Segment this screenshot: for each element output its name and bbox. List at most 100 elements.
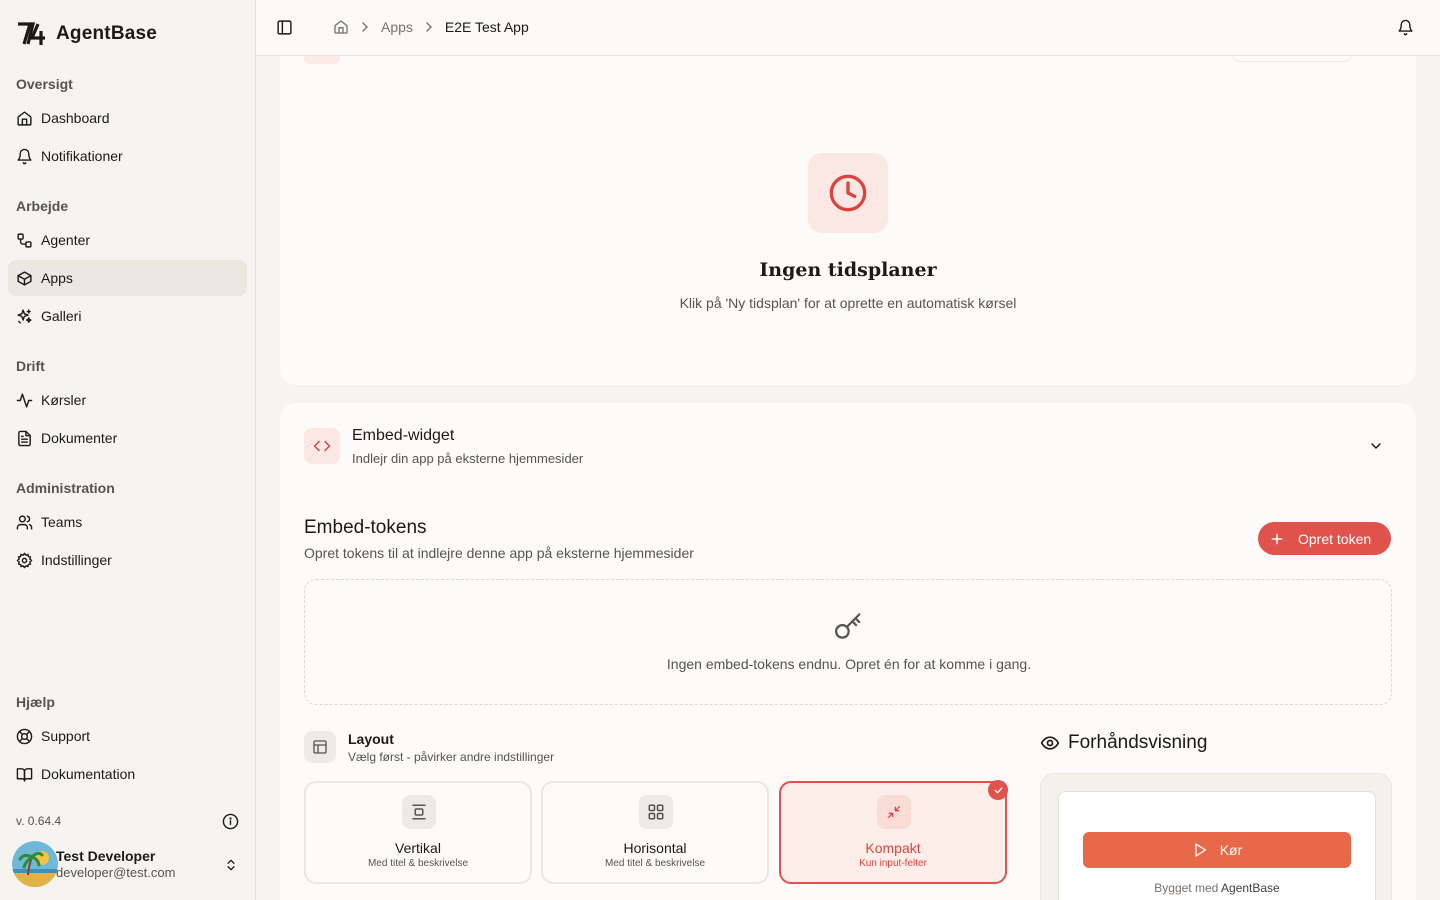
- built-with-prefix: Bygget med: [1154, 881, 1219, 895]
- home-icon: [17, 110, 32, 126]
- clock-icon: [829, 174, 867, 212]
- section-administration: Administration: [16, 480, 115, 496]
- layout-option-title: Kompakt: [865, 840, 921, 856]
- breadcrumb: Apps E2E Test App: [333, 19, 529, 35]
- sidebar-item-label: Apps: [41, 270, 73, 286]
- sidebar-item-label: Teams: [41, 514, 83, 530]
- sidebar-item-label: Dokumenter: [41, 430, 118, 446]
- built-with-brand[interactable]: AgentBase: [1221, 881, 1280, 895]
- layout-title: Layout: [348, 731, 394, 747]
- layout-icon-box: [304, 731, 336, 763]
- layout-option-title: Vertikal: [395, 840, 441, 856]
- new-schedule-button[interactable]: [1232, 56, 1352, 62]
- bell-icon: [17, 148, 32, 164]
- user-menu[interactable]: Test Developer developer@test.com: [12, 840, 248, 888]
- embed-widget-title: Embed-widget: [352, 427, 455, 444]
- sidebar-item-indstillinger[interactable]: Indstillinger: [8, 542, 247, 578]
- embed-tokens-empty-text: Ingen embed-tokens endnu. Opret én for a…: [666, 656, 1032, 672]
- sidebar-item-teams[interactable]: Teams: [8, 504, 247, 540]
- sidebar-item-dokumentation[interactable]: Dokumentation: [8, 756, 247, 792]
- embed-tokens-title: Embed-tokens: [304, 517, 427, 538]
- workflow-icon: [17, 232, 32, 248]
- sidebar-item-label: Kørsler: [41, 392, 87, 408]
- activity-icon: [16, 392, 33, 408]
- chevrons-up-down-icon: [227, 859, 235, 871]
- sidebar-item-label: Indstillinger: [41, 552, 112, 568]
- main-content: Ingen tidsplaner Klik på 'Ny tidsplan' f…: [256, 56, 1440, 900]
- section-hjaelp: Hjælp: [16, 694, 55, 710]
- create-token-button[interactable]: Opret token: [1258, 522, 1391, 555]
- layout-option-vertikal[interactable]: Vertikal Med titel & beskrivelse: [304, 781, 532, 884]
- sidebar-item-notifikationer[interactable]: Notifikationer: [8, 138, 247, 174]
- code-icon-box: [304, 428, 340, 464]
- sidebar-item-galleri[interactable]: Galleri: [8, 298, 247, 334]
- sidebar-item-label: Notifikationer: [41, 148, 123, 164]
- preview-widget: Kør Bygget med AgentBase: [1058, 791, 1376, 900]
- layout-icon: [313, 740, 327, 754]
- section-drift: Drift: [16, 358, 45, 374]
- embed-tokens-subtitle: Opret tokens til at indlejre denne app p…: [304, 545, 694, 561]
- minimize-icon: [888, 806, 900, 818]
- sidebar-item-label: Dashboard: [41, 110, 110, 126]
- avatar: [12, 841, 58, 887]
- preview-frame: Kør Bygget med AgentBase: [1040, 773, 1392, 900]
- users-icon: [16, 514, 33, 530]
- app-version: v. 0.64.4: [16, 814, 62, 828]
- schedules-empty-title: Ingen tidsplaner: [759, 259, 937, 281]
- box-icon: [17, 270, 32, 286]
- code-icon: [313, 440, 331, 452]
- user-email: developer@test.com: [56, 865, 176, 880]
- sidebar-item-label: Galleri: [41, 308, 82, 324]
- layout-option-subtitle: Med titel & beskrivelse: [367, 858, 469, 869]
- gear-icon: [16, 552, 33, 568]
- layout-option-kompakt[interactable]: Kompakt Kun input-felter: [779, 780, 1008, 884]
- chevron-right-icon: [426, 22, 432, 32]
- info-icon[interactable]: [222, 813, 239, 830]
- embed-widget-subtitle: Indlejr din app på eksterne hjemmesider: [352, 451, 584, 466]
- preview-title: Forhåndsvisning: [1040, 732, 1207, 754]
- layout-subtitle: Vælg først - påvirker andre indstillinge…: [348, 750, 555, 764]
- sidebar-item-label: Agenter: [41, 232, 91, 248]
- sparkles-icon: [17, 308, 32, 324]
- sidebar-item-dashboard[interactable]: Dashboard: [8, 100, 247, 136]
- section-oversigt: Oversigt: [16, 76, 73, 92]
- brand-name: AgentBase: [56, 23, 158, 44]
- clock-icon-box: [808, 153, 888, 233]
- sidebar-item-label: Dokumentation: [41, 766, 136, 782]
- breadcrumb-apps[interactable]: Apps: [381, 19, 413, 35]
- eye-icon: [1040, 736, 1060, 750]
- play-icon: [1195, 843, 1206, 857]
- section-arbejde: Arbejde: [16, 198, 69, 214]
- agentbase-logo-icon: [18, 22, 45, 45]
- layout-option-horisontal[interactable]: Horisontal Med titel & beskrivelse: [541, 781, 769, 884]
- top-header: Apps E2E Test App: [256, 0, 1440, 56]
- notification-bell-icon[interactable]: [1397, 19, 1414, 36]
- user-name: Test Developer: [56, 848, 156, 864]
- run-button-label: Kør: [1219, 842, 1243, 858]
- chevron-down-icon[interactable]: [1368, 438, 1384, 454]
- layout-option-subtitle: Kun input-felter: [859, 858, 927, 869]
- book-icon: [16, 767, 33, 782]
- sidebar-item-korsler[interactable]: Kørsler: [8, 382, 247, 418]
- breadcrumb-current: E2E Test App: [444, 19, 529, 35]
- selected-check-icon: [988, 780, 1008, 800]
- align-vertical-icon: [412, 804, 426, 820]
- run-button[interactable]: Kør: [1083, 832, 1351, 868]
- sidebar-item-label: Support: [41, 728, 91, 744]
- document-icon: [18, 430, 31, 446]
- home-icon[interactable]: [333, 19, 349, 35]
- lifebuoy-icon: [16, 728, 33, 744]
- embed-tokens-empty-state: Ingen embed-tokens endnu. Opret én for a…: [304, 579, 1392, 705]
- sidebar-item-agenter[interactable]: Agenter: [8, 222, 247, 258]
- sidebar: AgentBase Oversigt Dashboard Notifikatio…: [0, 0, 256, 900]
- sidebar-item-apps[interactable]: Apps: [8, 260, 247, 296]
- preview-title-text: Forhåndsvisning: [1068, 732, 1208, 753]
- chevron-right-icon: [362, 22, 368, 32]
- sidebar-item-support[interactable]: Support: [8, 718, 247, 754]
- sidebar-item-dokumenter[interactable]: Dokumenter: [8, 420, 247, 456]
- schedules-header-icon: [304, 56, 340, 64]
- sidebar-toggle-icon[interactable]: [276, 19, 293, 36]
- plus-icon: [1271, 533, 1283, 544]
- built-with: Bygget med AgentBase: [1059, 881, 1375, 895]
- brand[interactable]: AgentBase: [16, 20, 157, 48]
